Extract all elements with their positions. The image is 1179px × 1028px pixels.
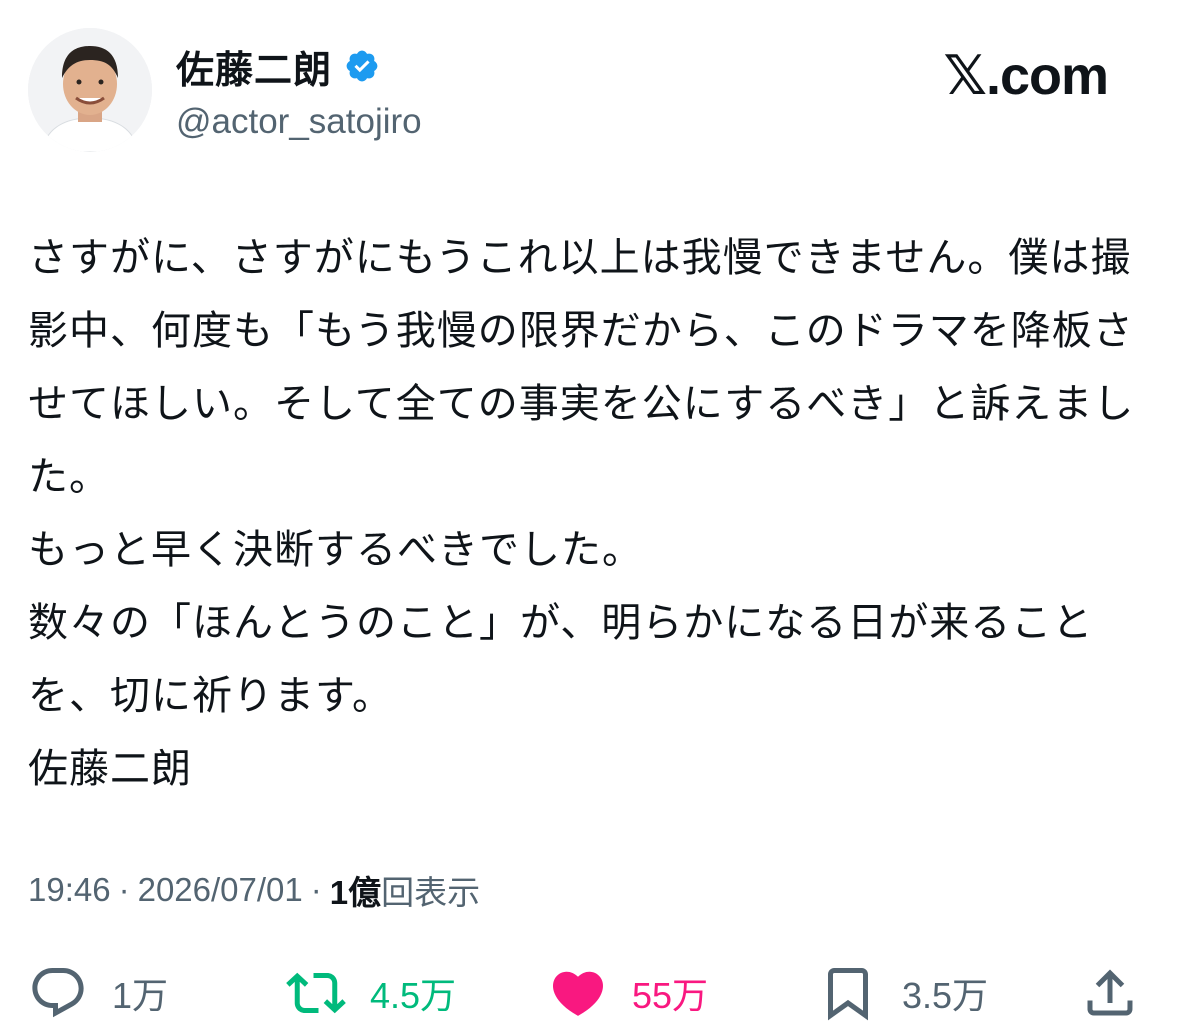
tweet-date[interactable]: 2026/07/01 [138,871,303,909]
avatar-image [28,28,152,152]
display-name-row: 佐藤二朗 [176,40,422,92]
tweet-text: さすがに、さすがにもうこれ以上は我慢できません。僕は撮影中、何度も「もう我慢の限… [28,235,1135,792]
profile-avatar[interactable] [28,28,152,152]
action-bar: 1万 4.5万 55万 3.5万 [28,958,1148,1028]
verified-badge-icon [346,50,378,82]
repost-icon [286,972,346,1014]
x-logo: 𝕏.com [943,46,1109,106]
bookmark-count: 3.5万 [902,975,989,1016]
views-label: 回表示 [381,874,481,911]
meta-separator: · [310,871,322,908]
reply-count: 1万 [112,975,169,1016]
views-count: 1億 [329,874,382,911]
heart-icon [552,971,604,1016]
bookmark-icon [828,968,868,1021]
display-name[interactable]: 佐藤二朗 [176,39,332,94]
tweet-header: 佐藤二朗 @actor_satojiro 𝕏.com [28,28,1148,158]
user-handle[interactable]: @actor_satojiro [176,102,422,142]
reply-button[interactable]: 1万 [28,958,168,1028]
repost-count: 4.5万 [370,975,457,1016]
tweet-time[interactable]: 19:46 [28,871,111,909]
user-names: 佐藤二朗 @actor_satojiro [176,40,422,142]
repost-button[interactable]: 4.5万 [286,958,456,1028]
like-count: 55万 [632,975,709,1016]
tweet-meta: 19:46 · 2026/07/01 · 1億 回表示 [28,866,480,914]
like-button[interactable]: 55万 [548,958,708,1028]
reply-icon [32,968,84,1018]
bookmark-button[interactable]: 3.5万 [818,958,988,1028]
share-icon [1087,969,1133,1016]
share-button[interactable] [1080,958,1140,1028]
meta-separator: · [118,871,130,908]
